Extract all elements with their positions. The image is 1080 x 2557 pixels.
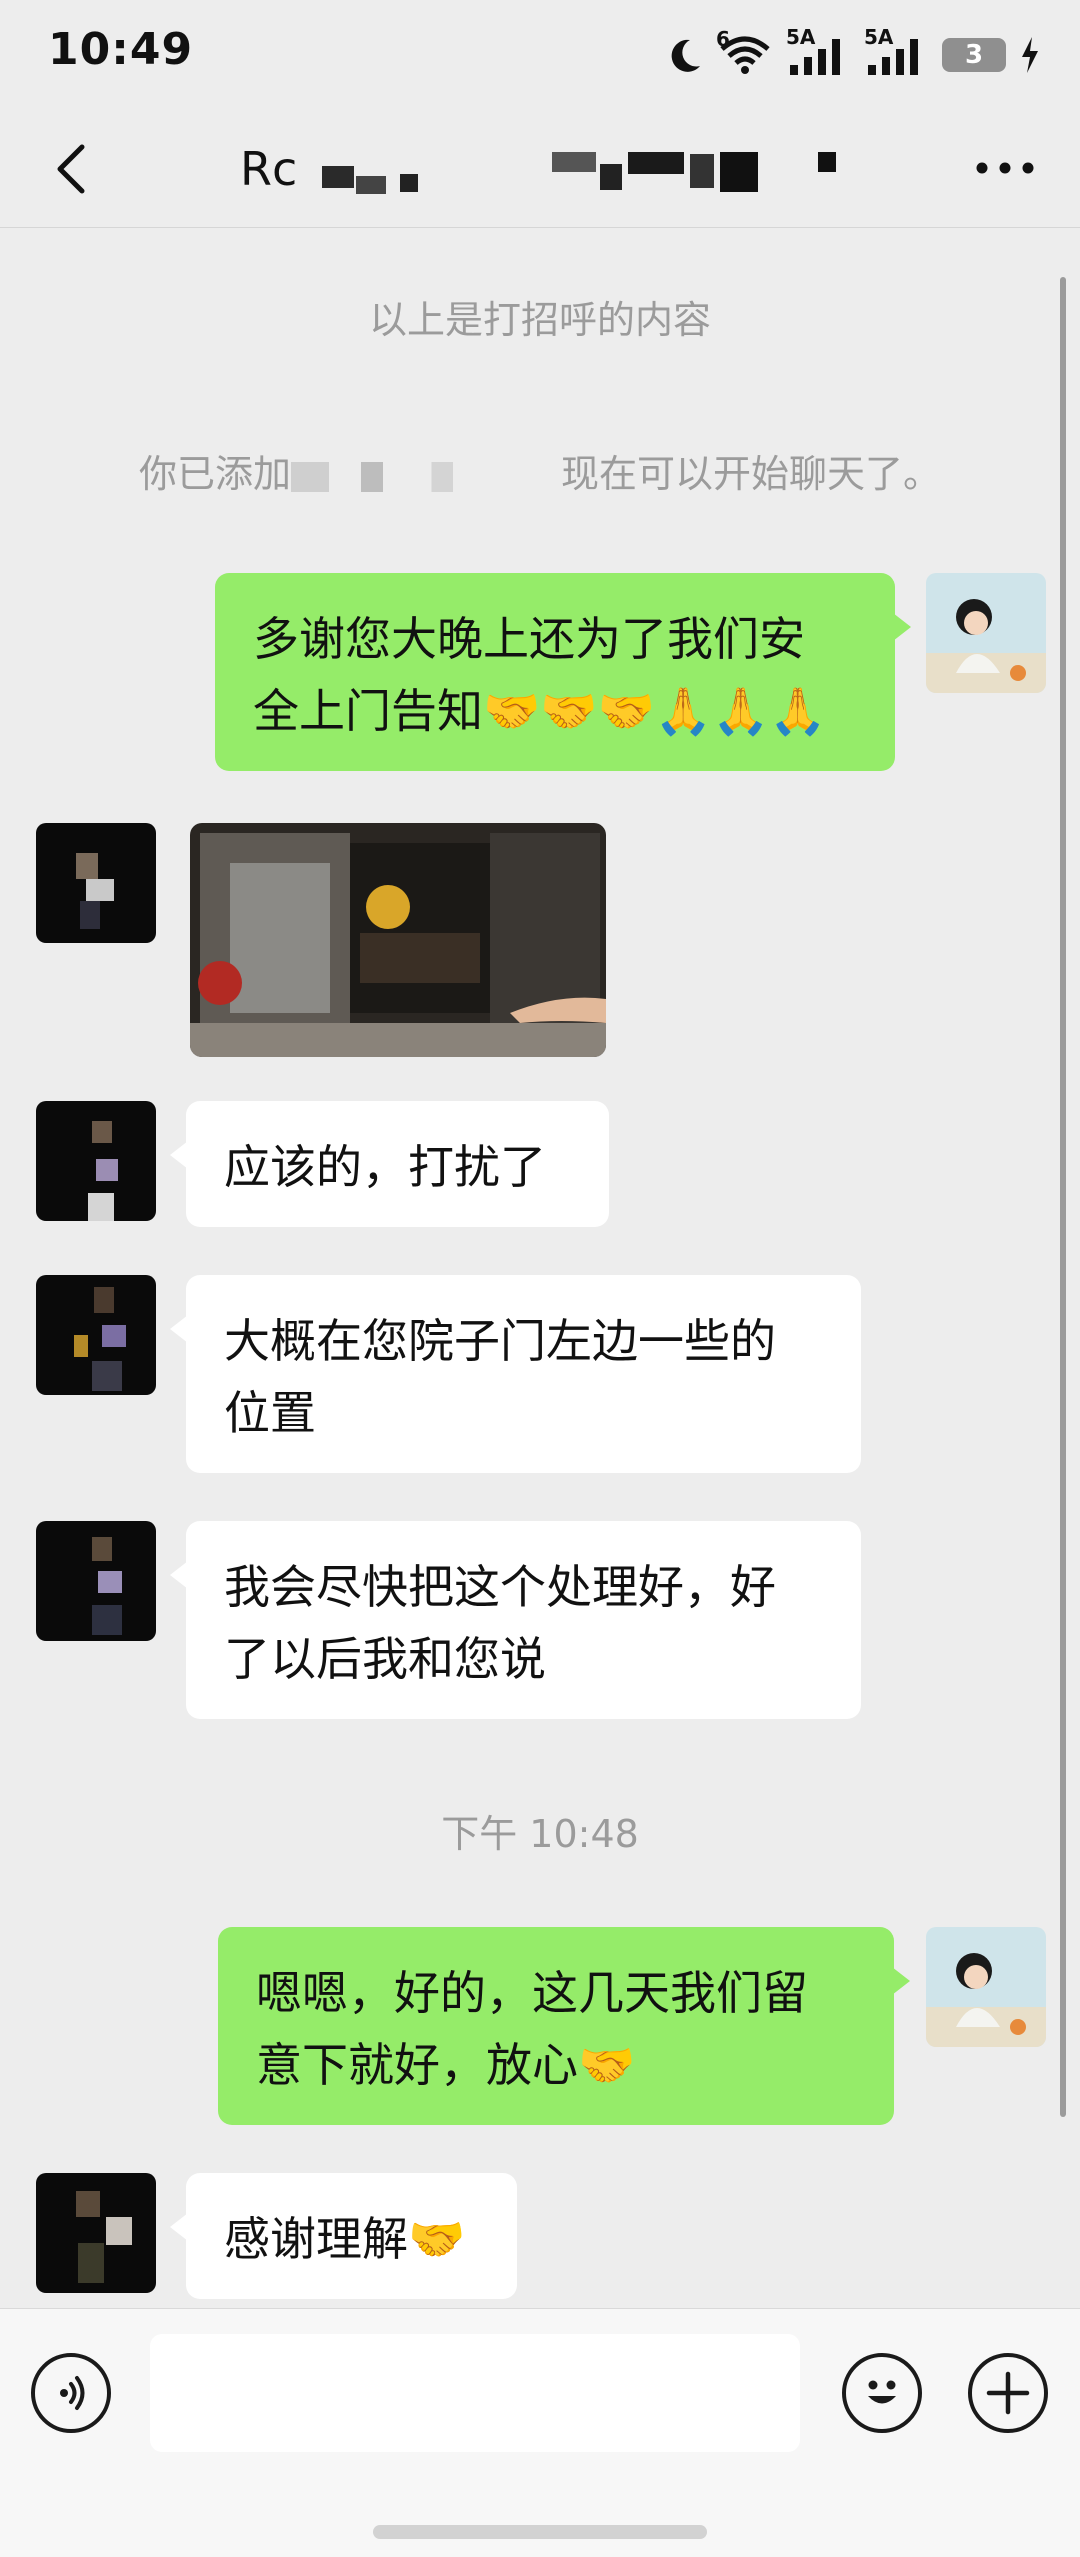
home-indicator[interactable] <box>373 2525 707 2539</box>
contact-avatar[interactable] <box>36 823 156 943</box>
message-bubble-theirs[interactable]: 感谢理解🤝 <box>170 2173 517 2299</box>
redacted-name <box>322 166 354 188</box>
signal-icon: 5A <box>786 25 850 75</box>
contact-avatar[interactable] <box>36 2173 156 2293</box>
message-text-line: 了以后我和您说 <box>224 1632 546 1686</box>
signal1-label: 5A <box>786 25 816 49</box>
voice-icon <box>60 2376 85 2410</box>
scrollbar[interactable] <box>1060 277 1066 2117</box>
message-bubble-mine[interactable]: 嗯嗯，好的，这几天我们留 意下就好，放心🤝 <box>218 1927 910 2125</box>
moon-icon <box>666 36 704 74</box>
more-icon <box>976 162 1034 174</box>
voice-button[interactable] <box>31 2353 111 2433</box>
charging-icon <box>1020 37 1040 73</box>
message-bubble-theirs[interactable]: 应该的，打扰了 <box>170 1101 609 1227</box>
message-text-line: 我会尽快把这个处理好，好 <box>224 1560 776 1614</box>
message-text: 应该的，打扰了 <box>224 1140 546 1194</box>
signal-icon: 5A <box>864 25 928 75</box>
message-bubble-mine[interactable]: 多谢您大晚上还为了我们安 全上门告知🤝🤝🤝🙏🙏🙏 <box>215 573 911 771</box>
emoji-button[interactable] <box>842 2353 922 2433</box>
chat-title: Rc <box>240 142 298 196</box>
wifi-label: 6 <box>716 27 730 51</box>
message-bubble-theirs[interactable]: 我会尽快把这个处理好，好 了以后我和您说 <box>170 1521 861 1719</box>
redacted-contact <box>291 461 561 492</box>
system-added-suffix: 现在可以开始聊天了。 <box>561 452 942 496</box>
contact-avatar[interactable] <box>36 1101 156 1221</box>
my-avatar[interactable] <box>926 1927 1046 2047</box>
signal2-label: 5A <box>864 25 894 49</box>
plus-icon <box>986 2371 1030 2415</box>
image-message[interactable] <box>190 823 606 1057</box>
message-input[interactable] <box>150 2334 800 2452</box>
status-time: 10:49 <box>48 24 194 75</box>
redacted-name <box>400 174 418 192</box>
system-message-added: 你已添加 现在可以开始聊天了。 <box>0 443 1080 498</box>
message-text: 感谢理解🤝 <box>224 2212 466 2266</box>
chat-area[interactable]: 以上是打招呼的内容 你已添加 现在可以开始聊天了。 多谢您大晚上还为了我们安 全上… <box>0 229 1080 2309</box>
my-avatar[interactable] <box>926 573 1046 693</box>
message-text-line: 位置 <box>224 1386 316 1440</box>
back-icon <box>57 144 85 194</box>
status-bar: 10:49 6 5A 5A 3 <box>0 0 1080 108</box>
emoji-icon <box>868 2380 896 2404</box>
more-button[interactable] <box>970 138 1040 198</box>
message-text-line: 意下就好，放心🤝 <box>256 2038 636 2092</box>
redacted-name <box>690 154 714 188</box>
wifi-icon: 6 <box>716 27 772 75</box>
input-bar <box>0 2308 1080 2557</box>
battery-icon: 3 <box>942 38 1006 72</box>
system-message-greeting: 以上是打招呼的内容 <box>368 298 711 342</box>
message-text-line: 大概在您院子门左边一些的 <box>224 1314 776 1368</box>
message-text-line: 全上门告知🤝🤝🤝🙏🙏🙏 <box>253 684 827 738</box>
redacted-name <box>818 152 836 172</box>
contact-avatar[interactable] <box>36 1521 156 1641</box>
system-added-prefix: 你已添加 <box>138 452 291 496</box>
redacted-name <box>552 152 596 172</box>
redacted-name <box>720 152 758 192</box>
message-bubble-theirs[interactable]: 大概在您院子门左边一些的 位置 <box>170 1275 861 1473</box>
redacted-name <box>356 176 386 194</box>
contact-avatar[interactable] <box>36 1275 156 1395</box>
timestamp: 下午 10:48 <box>441 1812 639 1856</box>
message-text-line: 嗯嗯，好的，这几天我们留 <box>256 1966 808 2020</box>
back-button[interactable] <box>36 134 106 204</box>
redacted-name <box>628 152 684 174</box>
status-icons: 6 5A 5A 3 <box>666 25 1040 80</box>
plus-button[interactable] <box>968 2353 1048 2433</box>
battery-level: 3 <box>964 40 984 70</box>
redacted-name <box>600 164 622 190</box>
message-text-line: 多谢您大晚上还为了我们安 <box>253 612 805 666</box>
nav-bar: Rc <box>0 108 1080 228</box>
